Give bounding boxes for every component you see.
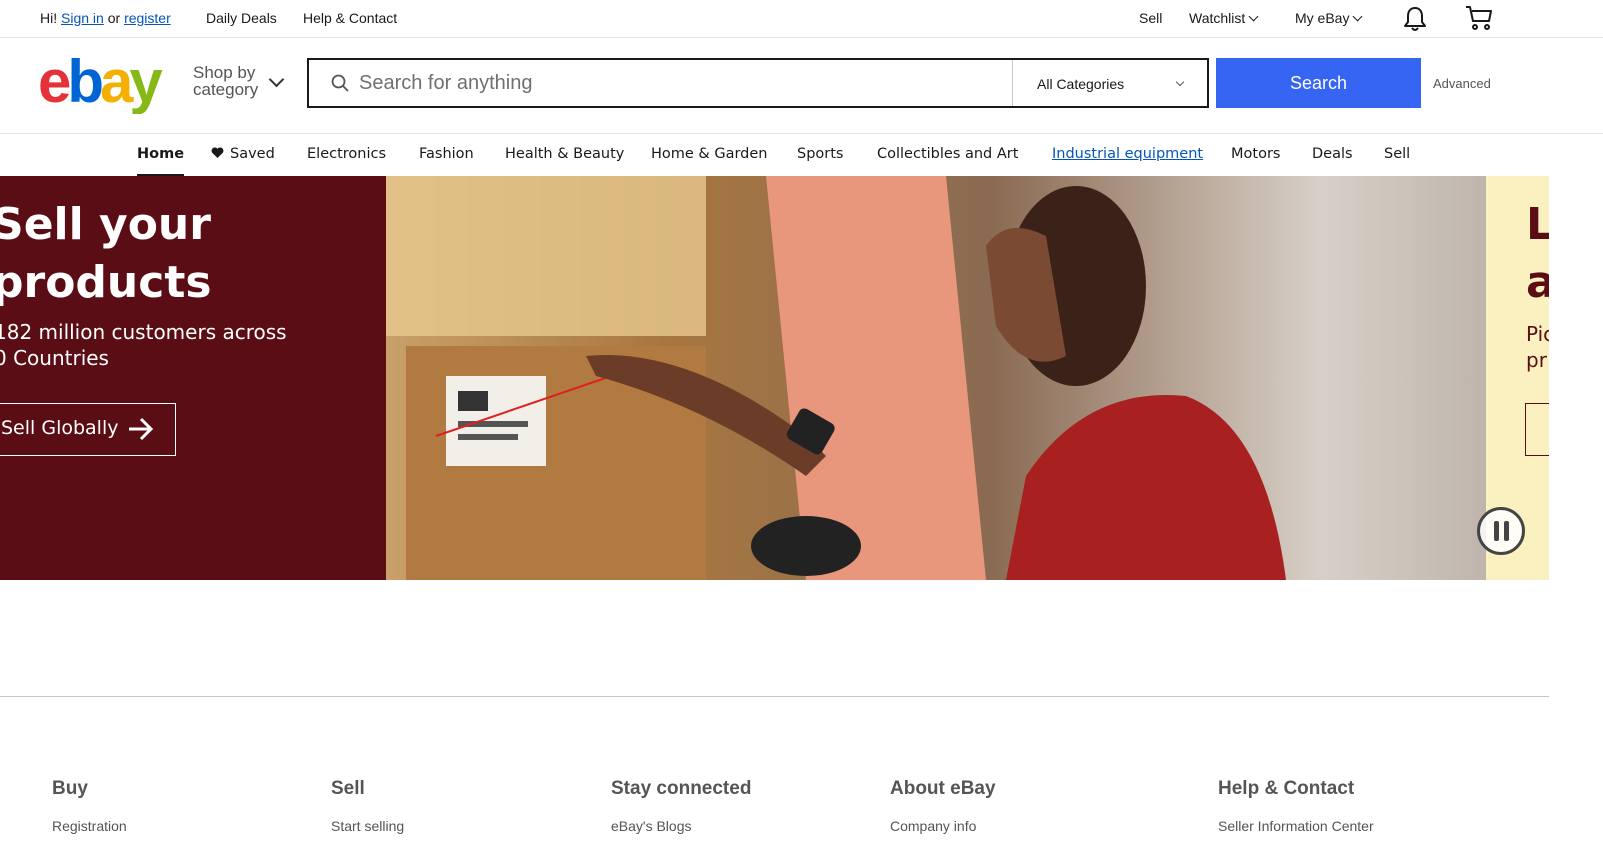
nav-item-fashion[interactable]: Fashion [419,146,474,162]
footer-link[interactable]: Start selling [331,818,404,834]
next-slide-title-line2: a [1526,257,1549,308]
footer-col-about: About eBay Company info [890,778,996,834]
nav-item-electronics[interactable]: Electronics [307,146,386,162]
shop-by-line1: Shop by [193,63,256,82]
bell-icon[interactable] [1403,6,1427,35]
nav-item-industrial[interactable]: Industrial equipment [1052,146,1203,162]
footer-link[interactable]: Registration [52,818,127,834]
my-ebay-menu[interactable]: My eBay [1295,10,1363,26]
footer-heading: Buy [52,778,88,799]
footer-link[interactable]: eBay's Blogs [611,818,751,834]
nav-item-sports[interactable]: Sports [797,146,843,162]
help-contact-link[interactable]: Help & Contact [303,10,397,26]
greeting: Hi! Sign in or register [40,10,171,26]
daily-deals-link[interactable]: Daily Deals [206,10,277,26]
chevron-down-icon [1175,77,1185,87]
footer-col-sell: Sell Start selling [331,778,404,834]
ebay-logo[interactable]: ebay [38,48,184,115]
heart-icon [211,147,224,158]
or-text: or [107,10,121,26]
hero-title: Sell your products [0,196,212,312]
nav-item-motors[interactable]: Motors [1231,146,1280,162]
next-slide-title: L a [1526,196,1549,312]
footer-col-buy: Buy Registration [52,778,127,834]
pause-icon[interactable] [1477,507,1525,555]
sell-globally-button[interactable]: Sell Globally [0,403,176,456]
category-select[interactable]: All Categories [1012,60,1207,106]
nav-item-saved[interactable]: Saved [211,146,275,162]
saved-label: Saved [230,146,275,162]
hero-subtitle: 182 million customers across 0 Countries [0,319,287,371]
cta-label: Sell Globally [1,417,119,439]
hero-carousel[interactable]: Sell your products 182 million customers… [0,176,1549,580]
search-icon [331,74,349,97]
footer-col-help: Help & Contact Seller Information Center [1218,778,1374,834]
nav-item-home-garden[interactable]: Home & Garden [651,146,768,162]
cart-icon[interactable] [1465,5,1493,34]
nav-item-health-beauty[interactable]: Health & Beauty [505,146,624,162]
search-bar: All Categories [307,58,1209,108]
next-slide-sub-line1: Pic [1526,322,1549,346]
advanced-search-link[interactable]: Advanced [1433,76,1491,91]
hero-image [386,176,1486,580]
sell-link[interactable]: Sell [1139,10,1162,26]
hero-title-line1: Sell your [0,199,211,250]
hero-title-line2: products [0,257,212,308]
shop-by-category[interactable]: Shop by category [193,64,258,98]
footer-heading: About eBay [890,778,996,799]
search-input[interactable] [359,60,1009,106]
watchlist-label: Watchlist [1189,10,1246,26]
shop-by-line2: category [193,80,259,99]
next-slide-button[interactable] [1525,403,1549,456]
nav-item-home[interactable]: Home [137,146,185,176]
top-bar: Hi! Sign in or register Daily Deals Help… [0,0,1603,38]
category-selected: All Categories [1037,76,1125,92]
footer-col-stay-connected: Stay connected eBay's Blogs [611,778,751,834]
watchlist-menu[interactable]: Watchlist [1189,10,1259,26]
footer-heading: Sell [331,778,365,799]
footer-heading: Stay connected [611,778,752,799]
sign-in-link[interactable]: Sign in [61,10,104,26]
divider [0,696,1549,697]
hero-subtitle-line1: 182 million customers across [0,320,287,344]
chevron-down-icon [1248,11,1259,22]
chevron-down-icon[interactable] [268,71,285,88]
footer-link[interactable]: Seller Information Center [1218,818,1374,834]
next-slide-title-line1: L [1526,199,1549,250]
greeting-text: Hi! [40,10,58,26]
my-ebay-label: My eBay [1295,10,1350,26]
nav-item-deals[interactable]: Deals [1312,146,1353,162]
chevron-down-icon [1353,11,1363,22]
register-link[interactable]: register [124,10,171,26]
nav-item-collectibles[interactable]: Collectibles and Art [877,146,1018,162]
search-button[interactable]: Search [1216,58,1421,108]
hero-panel: Sell your products 182 million customers… [0,176,386,580]
nav-item-sell[interactable]: Sell [1384,146,1410,162]
next-slide-sub-line2: pr [1526,348,1547,372]
footer-heading: Help & Contact [1218,778,1355,799]
svg-text:ebay: ebay [38,52,163,114]
hero-subtitle-line2: 0 Countries [0,346,109,370]
category-nav: Home Saved Electronics Fashion Health & … [0,133,1603,176]
arrow-right-icon [129,417,154,441]
footer-link[interactable]: Company info [890,818,996,834]
next-slide-subtitle: Pic pr [1526,321,1549,373]
